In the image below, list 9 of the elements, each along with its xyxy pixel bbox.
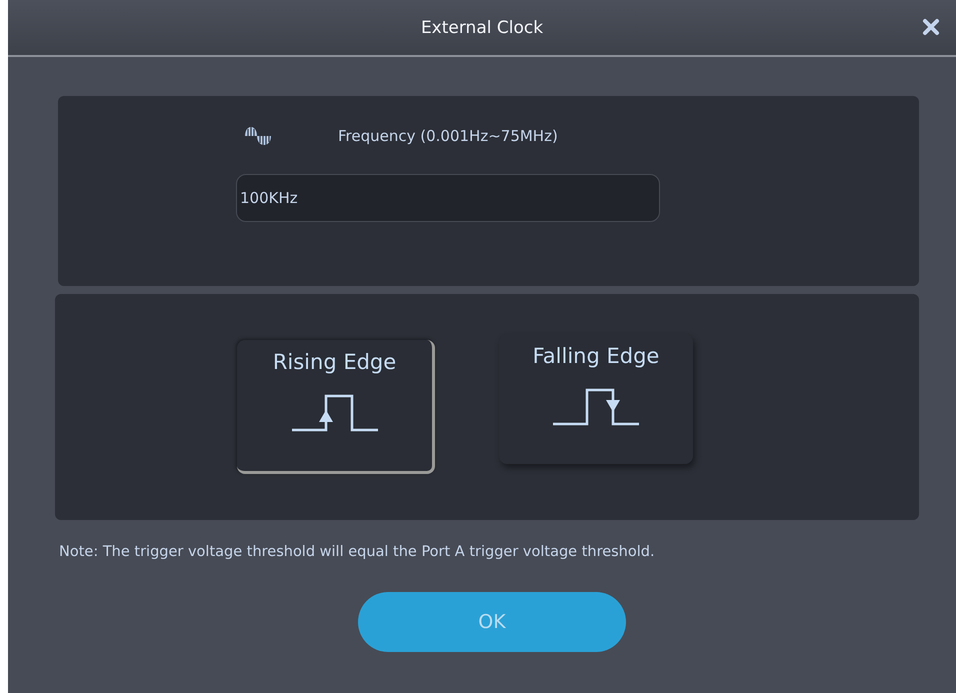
close-icon <box>922 18 940 36</box>
frequency-field[interactable]: 100KHz <box>236 174 660 222</box>
window-title: External Clock <box>420 18 544 38</box>
edge-button[interactable]: Falling Edge <box>499 334 693 464</box>
edge-button[interactable]: Rising Edge <box>237 340 435 474</box>
sine-wave-icon <box>244 126 272 146</box>
note-text: Note: The trigger voltage threshold will equal the Port A trigger voltage threshold. <box>59 544 656 560</box>
close-button[interactable] <box>922 18 940 36</box>
frequency-label: Frequency (0.001Hz~75MHz) <box>338 127 558 145</box>
